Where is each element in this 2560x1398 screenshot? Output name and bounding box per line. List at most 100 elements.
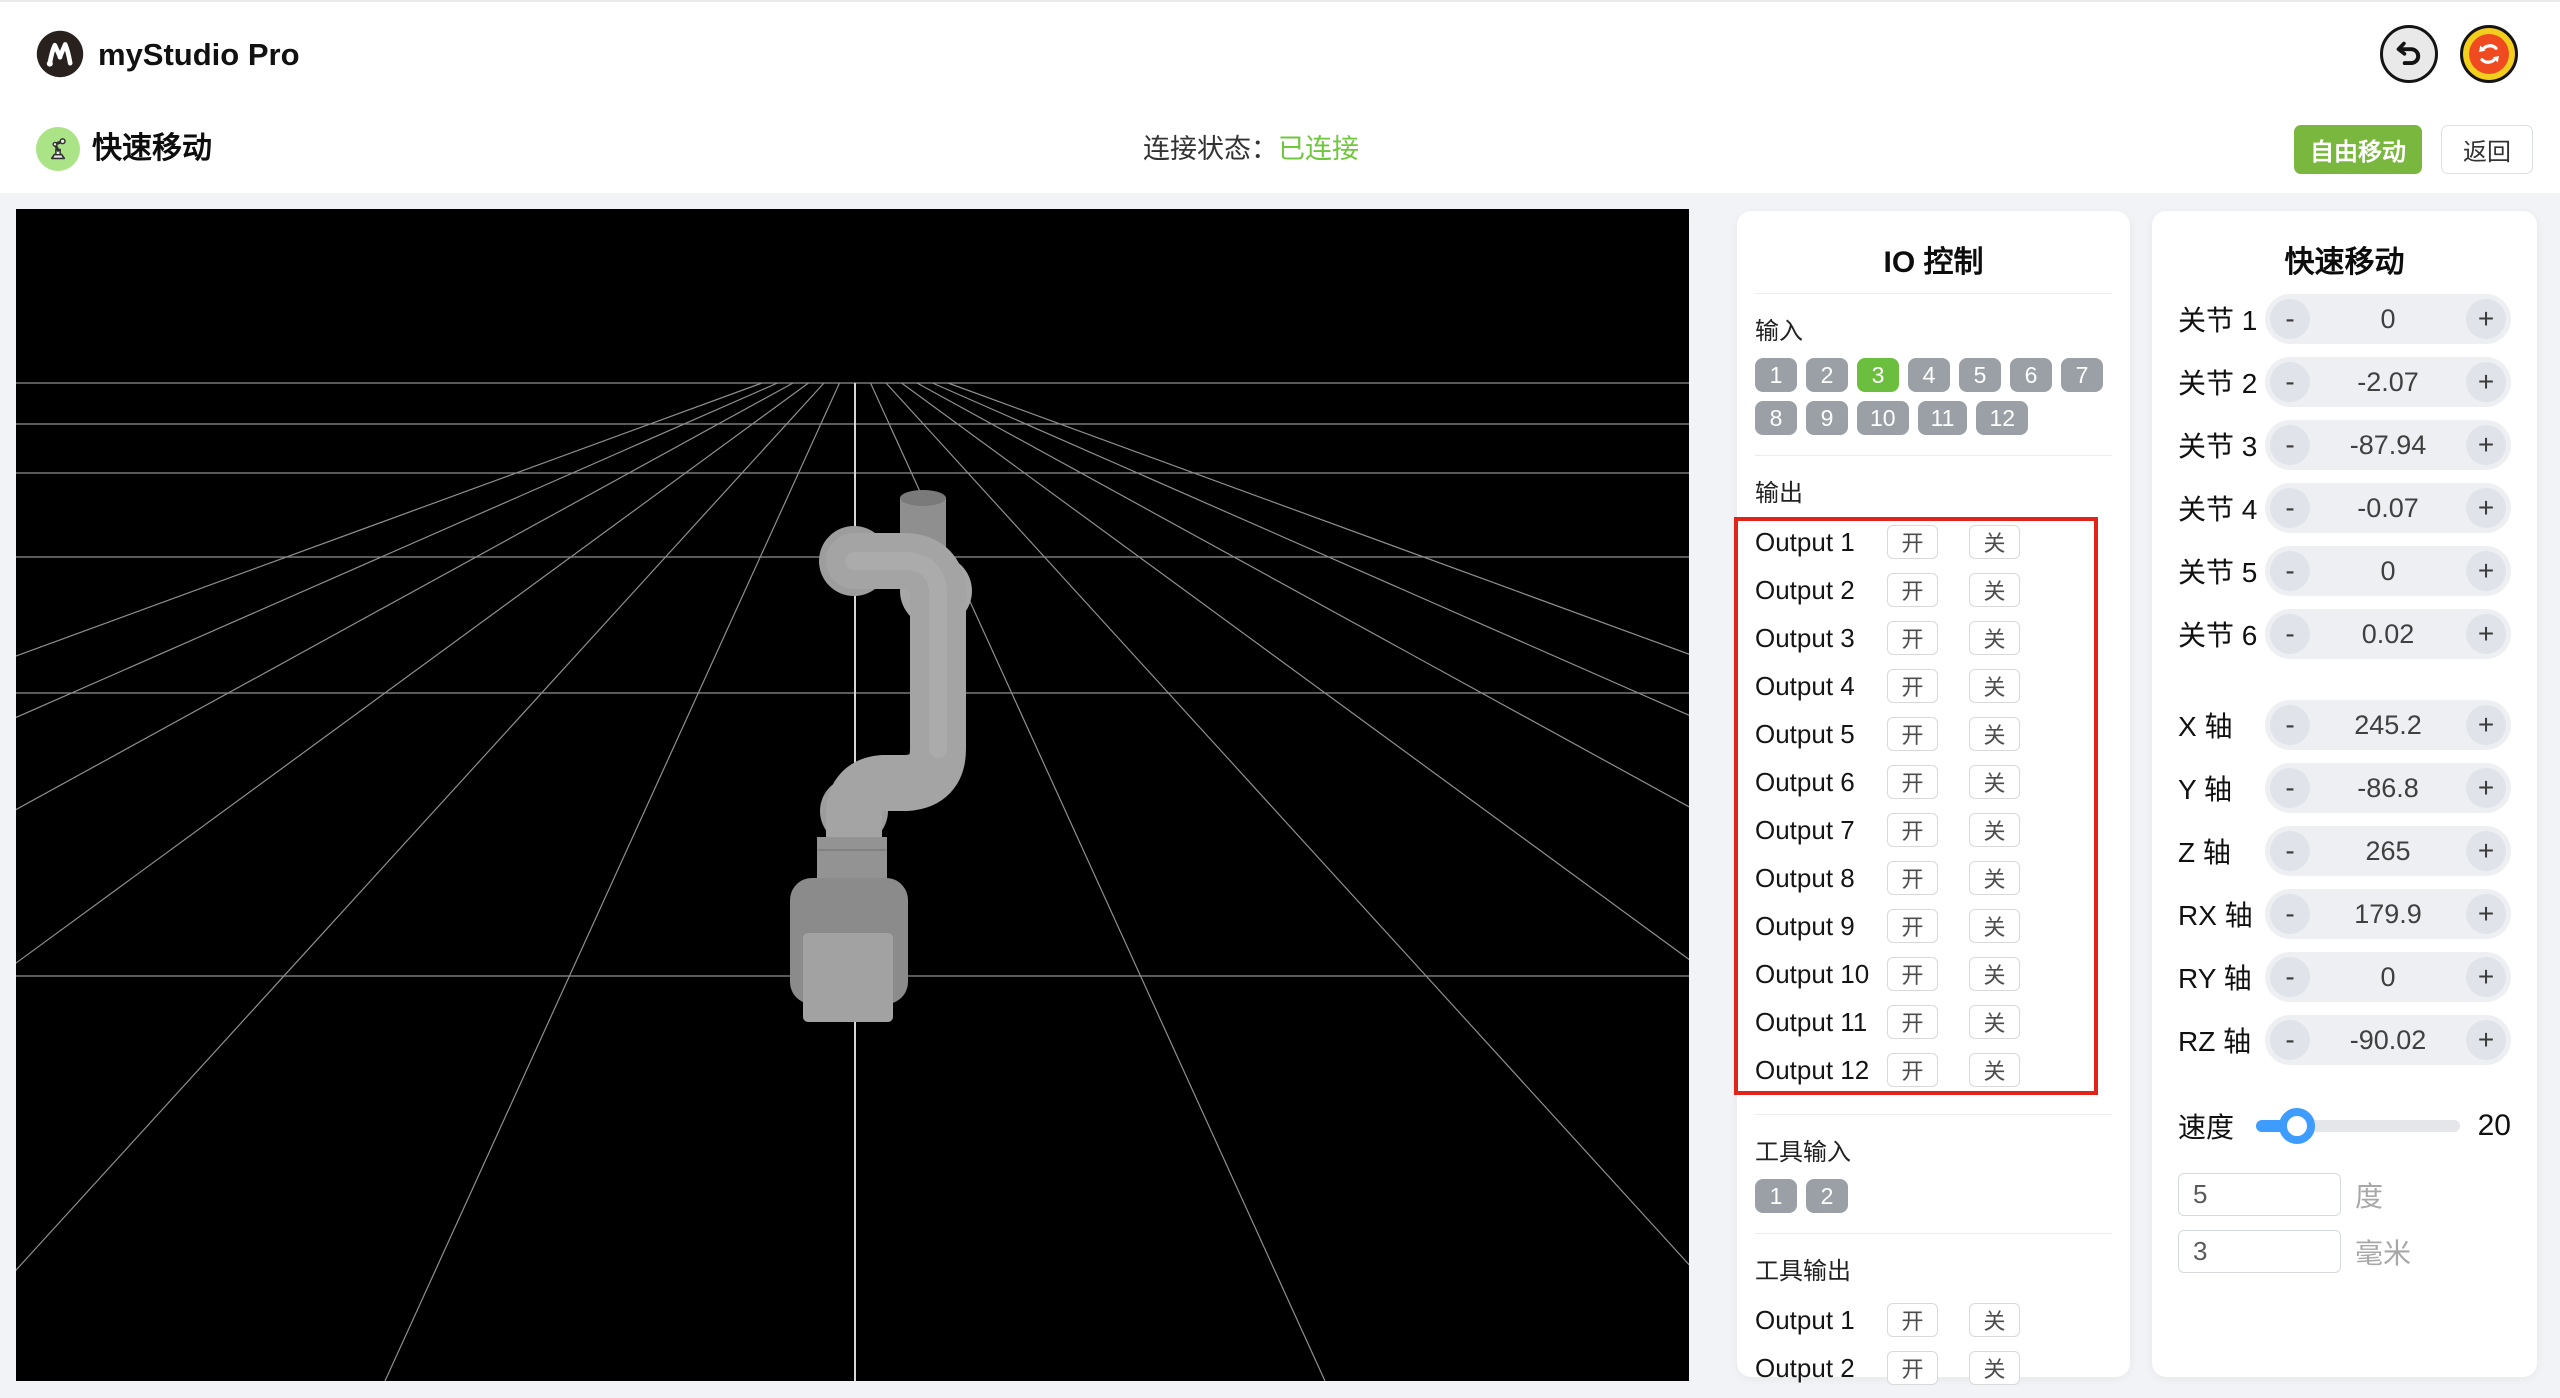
input-button-4[interactable]: 4 bbox=[1908, 358, 1950, 392]
joint-5-stepper: -0+ bbox=[2265, 546, 2511, 596]
output-5-off-button[interactable]: 关 bbox=[1969, 717, 2020, 751]
minus-button[interactable]: - bbox=[2270, 299, 2310, 339]
speed-slider[interactable] bbox=[2256, 1120, 2460, 1132]
speed-slider-thumb[interactable] bbox=[2279, 1108, 2315, 1144]
back-button[interactable]: 返回 bbox=[2441, 125, 2533, 174]
input-section-label: 输入 bbox=[1755, 311, 2112, 346]
joint-row-4: 关节 4--0.07+ bbox=[2178, 483, 2511, 533]
tool-output-1-off-button[interactable]: 关 bbox=[1969, 1303, 2020, 1337]
output-row-12: Output 12开关 bbox=[1755, 1046, 2112, 1094]
input-button-3[interactable]: 3 bbox=[1857, 358, 1899, 392]
minus-button[interactable]: - bbox=[2270, 894, 2310, 934]
mm-step-input[interactable] bbox=[2178, 1230, 2341, 1273]
output-9-off-button[interactable]: 关 bbox=[1969, 909, 2020, 943]
tool-output-2-on-button[interactable]: 开 bbox=[1887, 1351, 1938, 1385]
minus-button[interactable]: - bbox=[2270, 957, 2310, 997]
output-4-on-button[interactable]: 开 bbox=[1887, 669, 1938, 703]
plus-button[interactable]: + bbox=[2466, 551, 2506, 591]
undo-button[interactable] bbox=[2380, 25, 2438, 83]
output-6-on-button[interactable]: 开 bbox=[1887, 765, 1938, 799]
divider bbox=[1755, 1114, 2112, 1115]
output-11-off-button[interactable]: 关 bbox=[1969, 1005, 2020, 1039]
input-button-9[interactable]: 9 bbox=[1806, 401, 1848, 435]
output-label: Output 3 bbox=[1755, 623, 1887, 654]
output-12-on-button[interactable]: 开 bbox=[1887, 1053, 1938, 1087]
output-12-off-button[interactable]: 关 bbox=[1969, 1053, 2020, 1087]
plus-button[interactable]: + bbox=[2466, 488, 2506, 528]
joint-5-value: 0 bbox=[2310, 556, 2466, 587]
plus-button[interactable]: + bbox=[2466, 957, 2506, 997]
minus-button[interactable]: - bbox=[2270, 1020, 2310, 1060]
output-2-on-button[interactable]: 开 bbox=[1887, 573, 1938, 607]
input-button-2[interactable]: 2 bbox=[1806, 358, 1848, 392]
minus-button[interactable]: - bbox=[2270, 705, 2310, 745]
free-move-button[interactable]: 自由移动 bbox=[2294, 125, 2422, 174]
top-bar: myStudio Pro bbox=[0, 0, 2560, 105]
plus-button[interactable]: + bbox=[2466, 894, 2506, 934]
joint-row-6: 关节 6-0.02+ bbox=[2178, 609, 2511, 659]
output-3-off-button[interactable]: 关 bbox=[1969, 621, 2020, 655]
minus-button[interactable]: - bbox=[2270, 831, 2310, 871]
brand-logo-icon bbox=[36, 30, 84, 78]
output-7-on-button[interactable]: 开 bbox=[1887, 813, 1938, 847]
output-10-on-button[interactable]: 开 bbox=[1887, 957, 1938, 991]
input-button-8[interactable]: 8 bbox=[1755, 401, 1797, 435]
tool-output-section-label: 工具输出 bbox=[1755, 1251, 2112, 1286]
axis-row-z: Z 轴-265+ bbox=[2178, 826, 2511, 876]
minus-button[interactable]: - bbox=[2270, 362, 2310, 402]
emergency-stop-button[interactable] bbox=[2460, 25, 2518, 83]
axis-label: Y 轴 bbox=[2178, 768, 2232, 808]
output-1-on-button[interactable]: 开 bbox=[1887, 525, 1938, 559]
plus-button[interactable]: + bbox=[2466, 1020, 2506, 1060]
minus-button[interactable]: - bbox=[2270, 614, 2310, 654]
output-8-off-button[interactable]: 关 bbox=[1969, 861, 2020, 895]
plus-button[interactable]: + bbox=[2466, 425, 2506, 465]
output-11-on-button[interactable]: 开 bbox=[1887, 1005, 1938, 1039]
tool-output-1-on-button[interactable]: 开 bbox=[1887, 1303, 1938, 1337]
output-label: Output 2 bbox=[1755, 575, 1887, 606]
input-button-1[interactable]: 1 bbox=[1755, 358, 1797, 392]
input-button-10[interactable]: 10 bbox=[1857, 401, 1909, 435]
input-button-group: 1 2 3 4 5 6 7 8 9 10 11 12 bbox=[1755, 358, 2112, 435]
output-2-off-button[interactable]: 关 bbox=[1969, 573, 2020, 607]
input-button-5[interactable]: 5 bbox=[1959, 358, 2001, 392]
minus-button[interactable]: - bbox=[2270, 768, 2310, 808]
minus-button[interactable]: - bbox=[2270, 551, 2310, 591]
joint-label: 关节 1 bbox=[2178, 299, 2257, 339]
plus-button[interactable]: + bbox=[2466, 614, 2506, 654]
axis-row-y: Y 轴--86.8+ bbox=[2178, 763, 2511, 813]
input-button-6[interactable]: 6 bbox=[2010, 358, 2052, 392]
tool-input-button-2[interactable]: 2 bbox=[1806, 1179, 1848, 1213]
output-9-on-button[interactable]: 开 bbox=[1887, 909, 1938, 943]
viewport-3d[interactable] bbox=[16, 209, 1689, 1381]
output-label: Output 5 bbox=[1755, 719, 1887, 750]
plus-button[interactable]: + bbox=[2466, 362, 2506, 402]
axis-row-x: X 轴-245.2+ bbox=[2178, 700, 2511, 750]
input-button-11[interactable]: 11 bbox=[1918, 401, 1968, 435]
output-1-off-button[interactable]: 关 bbox=[1969, 525, 2020, 559]
output-5-on-button[interactable]: 开 bbox=[1887, 717, 1938, 751]
minus-button[interactable]: - bbox=[2270, 425, 2310, 465]
tool-output-2-off-button[interactable]: 关 bbox=[1969, 1351, 2020, 1385]
plus-button[interactable]: + bbox=[2466, 705, 2506, 745]
input-button-7[interactable]: 7 bbox=[2061, 358, 2103, 392]
output-row-5: Output 5开关 bbox=[1755, 710, 2112, 758]
output-3-on-button[interactable]: 开 bbox=[1887, 621, 1938, 655]
output-4-off-button[interactable]: 关 bbox=[1969, 669, 2020, 703]
degree-step-input[interactable] bbox=[2178, 1173, 2341, 1216]
quick-move-panel: 快速移动 关节 1-0+ 关节 2--2.07+ 关节 3--87.94+ 关节… bbox=[2152, 211, 2537, 1377]
input-button-12[interactable]: 12 bbox=[1976, 401, 2028, 435]
plus-button[interactable]: + bbox=[2466, 831, 2506, 871]
output-label: Output 4 bbox=[1755, 671, 1887, 702]
output-6-off-button[interactable]: 关 bbox=[1969, 765, 2020, 799]
plus-button[interactable]: + bbox=[2466, 299, 2506, 339]
plus-button[interactable]: + bbox=[2466, 768, 2506, 808]
output-8-on-button[interactable]: 开 bbox=[1887, 861, 1938, 895]
output-label: Output 10 bbox=[1755, 959, 1887, 990]
tool-input-button-1[interactable]: 1 bbox=[1755, 1179, 1797, 1213]
axis-x-stepper: -245.2+ bbox=[2265, 700, 2511, 750]
output-7-off-button[interactable]: 关 bbox=[1969, 813, 2020, 847]
quick-move-title: 快速移动 bbox=[2178, 211, 2511, 273]
minus-button[interactable]: - bbox=[2270, 488, 2310, 528]
output-10-off-button[interactable]: 关 bbox=[1969, 957, 2020, 991]
